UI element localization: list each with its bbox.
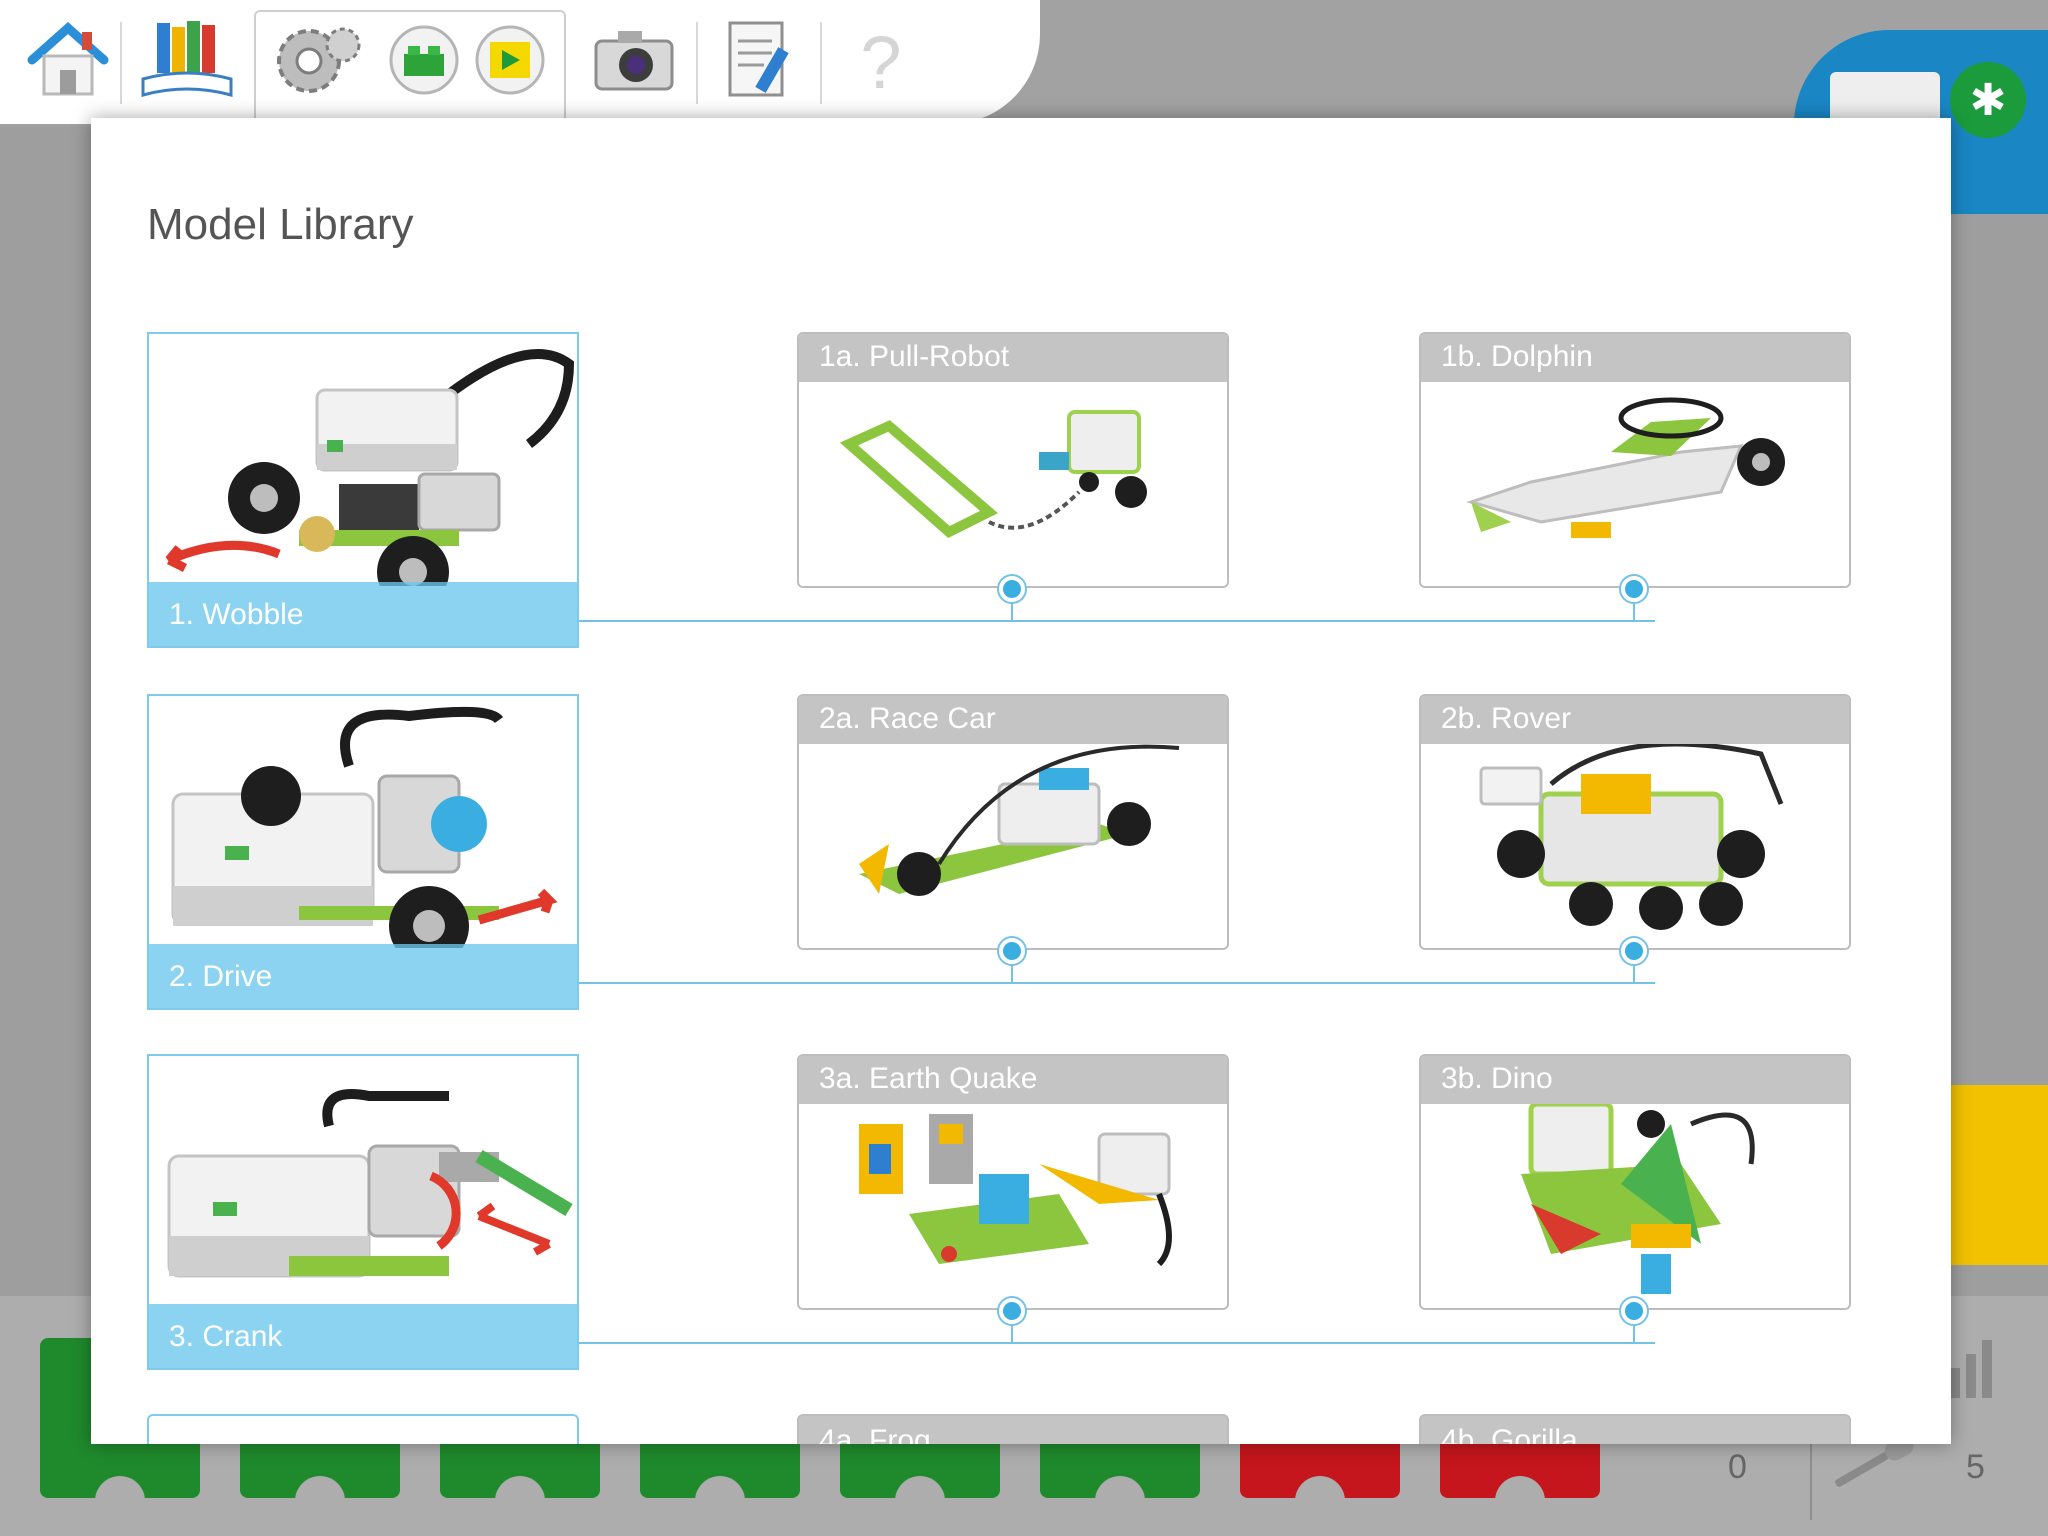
- play-button[interactable]: [470, 12, 550, 112]
- help-icon: ?: [860, 20, 902, 104]
- model-library-dialog: Model Library 1. Wobble 1a. Pull-Robot 1…: [91, 118, 1951, 1444]
- toolbar-divider: [820, 22, 822, 104]
- gear-icon: [269, 15, 365, 110]
- model-image-drive: [149, 696, 577, 966]
- books-icon: [137, 17, 237, 108]
- variant-image-dolphin: [1421, 382, 1849, 586]
- variant-card-race-car[interactable]: 2a. Race Car: [797, 694, 1229, 950]
- help-button[interactable]: ?: [836, 12, 926, 112]
- row-connector: [579, 1342, 1655, 1344]
- variant-image-pull-robot: [799, 382, 1227, 586]
- variant-connector-dot: [999, 576, 1025, 602]
- row-connector: [579, 620, 1655, 622]
- variant-card-rover[interactable]: 2b. Rover: [1419, 694, 1851, 950]
- camera-button[interactable]: [584, 12, 684, 112]
- model-label: 1. Wobble: [169, 598, 304, 631]
- variant-connector-dot: [999, 938, 1025, 964]
- green-brick-icon: [388, 24, 460, 101]
- documentation-button[interactable]: [710, 12, 810, 112]
- bluetooth-button[interactable]: ✱: [1950, 62, 2026, 138]
- main-toolbar: ?: [0, 0, 1040, 124]
- model-image-wobble: [149, 334, 577, 608]
- variant-card-gorilla[interactable]: 4b. Gorilla: [1419, 1414, 1851, 1444]
- model-card-drive[interactable]: 2. Drive: [147, 694, 579, 1010]
- notepad-icon: [720, 17, 800, 108]
- variant-label: 4a. Frog: [819, 1424, 931, 1444]
- variant-connector-dot: [1621, 1298, 1647, 1324]
- model-card-wobble[interactable]: 1. Wobble: [147, 332, 579, 648]
- play-icon: [474, 24, 546, 101]
- variant-card-frog[interactable]: 4a. Frog: [797, 1414, 1229, 1444]
- variant-label: 3a. Earth Quake: [819, 1062, 1038, 1095]
- model-image-crank: [149, 1056, 577, 1308]
- variant-label: 2a. Race Car: [819, 702, 996, 735]
- signal-icon: [1950, 1340, 1992, 1398]
- variant-image-dino: [1421, 1101, 1849, 1308]
- counter-right: 5: [1966, 1448, 1985, 1486]
- model-library-button[interactable]: [262, 12, 372, 112]
- bluetooth-icon: ✱: [1969, 75, 2007, 125]
- toolbar-divider: [696, 22, 698, 104]
- home-button[interactable]: [18, 12, 118, 112]
- variant-connector-dot: [1621, 938, 1647, 964]
- toolbar-divider: [120, 22, 122, 104]
- counter-left: 0: [1728, 1448, 1747, 1486]
- variant-connector-dot: [999, 1298, 1025, 1324]
- variant-image-rover: [1421, 741, 1849, 948]
- variant-connector-dot: [1621, 576, 1647, 602]
- variant-label: 4b. Gorilla: [1441, 1424, 1578, 1444]
- dialog-title: Model Library: [147, 200, 414, 249]
- model-label: 2. Drive: [169, 960, 273, 993]
- variant-card-earth-quake[interactable]: 3a. Earth Quake: [797, 1054, 1229, 1310]
- projects-button[interactable]: [132, 12, 242, 112]
- variant-label: 1b. Dolphin: [1441, 340, 1593, 373]
- variant-card-pull-robot[interactable]: 1a. Pull-Robot: [797, 332, 1229, 588]
- variant-image-race-car: [799, 744, 1227, 948]
- variant-image-earth-quake: [799, 1104, 1227, 1308]
- home-icon: [26, 18, 110, 107]
- variant-label: 1a. Pull-Robot: [819, 340, 1010, 373]
- variant-card-dino[interactable]: 3b. Dino: [1419, 1054, 1851, 1310]
- canvas-block-yellow: [1950, 1085, 2048, 1265]
- camera-icon: [592, 25, 676, 100]
- variant-label: 2b. Rover: [1441, 702, 1572, 735]
- row-connector: [579, 982, 1655, 984]
- model-card-partial[interactable]: [147, 1414, 579, 1444]
- model-card-crank[interactable]: 3. Crank: [147, 1054, 579, 1370]
- variant-label: 3b. Dino: [1441, 1062, 1553, 1095]
- brick-palette-button[interactable]: [384, 12, 464, 112]
- variant-card-dolphin[interactable]: 1b. Dolphin: [1419, 332, 1851, 588]
- model-label: 3. Crank: [169, 1320, 283, 1353]
